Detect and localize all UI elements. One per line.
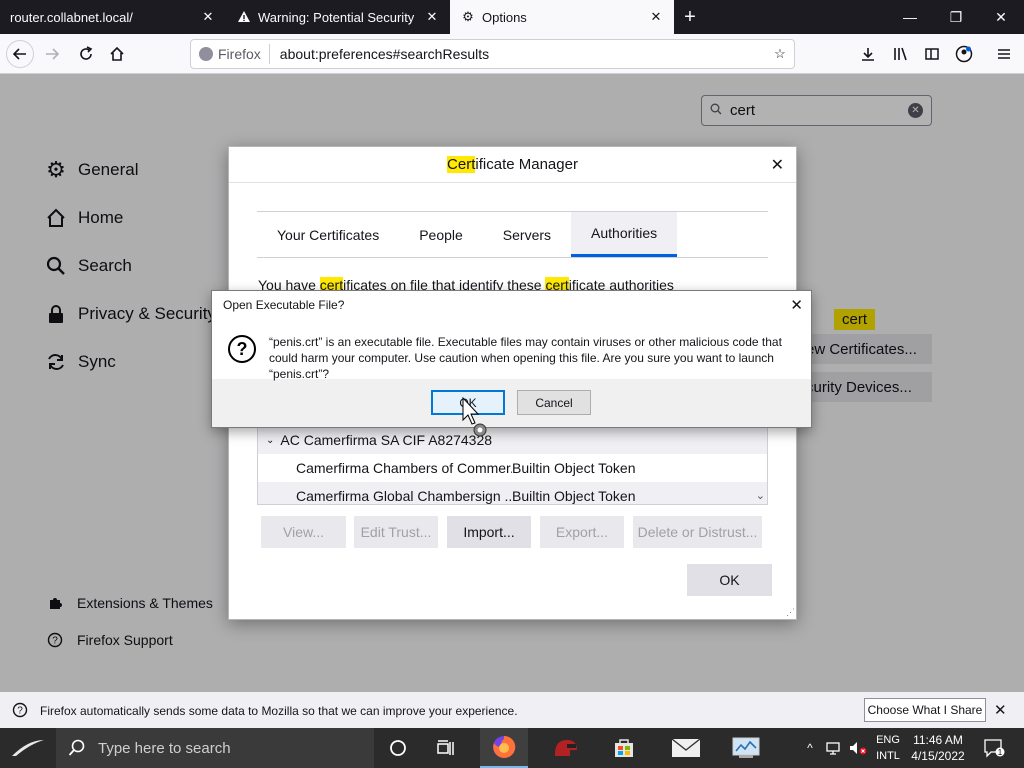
tab-strip: router.collabnet.local/ ✕ Warning: Poten… — [0, 0, 1024, 34]
close-icon[interactable]: ✕ — [771, 155, 784, 175]
tab-authorities[interactable]: Authorities — [571, 212, 678, 257]
delete-distrust-button[interactable]: Delete or Distrust... — [633, 516, 762, 548]
table-row[interactable]: Camerfirma Global Chambersign ... Builti… — [258, 482, 767, 504]
search-icon — [68, 739, 85, 756]
tab-close-icon[interactable]: ✕ — [648, 9, 664, 25]
taskbar-search-input[interactable]: Type here to search — [56, 728, 374, 768]
resize-grip-icon[interactable]: ⋰ — [786, 607, 795, 618]
taskbar-clock[interactable]: 11:46 AM 4/15/2022 — [906, 732, 970, 764]
bookmark-star-icon[interactable]: ☆ — [766, 46, 794, 62]
clock-time: 11:46 AM — [913, 733, 963, 747]
identity-box[interactable]: Firefox — [191, 44, 270, 64]
notification-count: 1 — [998, 748, 1003, 757]
gear-icon: ⚙ — [462, 9, 474, 24]
tab-close-icon[interactable]: ✕ — [424, 9, 440, 25]
start-button[interactable] — [0, 728, 56, 768]
input-language-indicator[interactable]: ENG INTL — [870, 732, 906, 764]
cert-name: Camerfirma Chambers of Commer... — [296, 460, 512, 476]
url-text[interactable]: about:preferences#searchResults — [280, 46, 766, 62]
info-icon: ? — [12, 702, 28, 718]
new-tab-button[interactable]: + — [678, 5, 702, 29]
tab-router[interactable]: router.collabnet.local/ ✕ — [0, 0, 226, 34]
tab-title: Warning: Potential Security Ris — [258, 9, 418, 25]
windows-taskbar: Type here to search ^ ENG INTL 11:46 AM … — [0, 728, 1024, 768]
home-button[interactable] — [103, 40, 131, 68]
tab-warning[interactable]: Warning: Potential Security Ris ✕ — [226, 0, 450, 34]
firefox-logo-icon — [199, 47, 213, 61]
lang-bottom: INTL — [876, 750, 900, 762]
action-center-icon[interactable]: 1 — [980, 728, 1008, 768]
tab-servers[interactable]: Servers — [483, 212, 571, 257]
task-view-icon[interactable] — [422, 728, 470, 768]
cert-device: Builtin Object Token — [512, 460, 636, 476]
forward-button[interactable] — [38, 40, 66, 68]
close-window-button[interactable]: ✕ — [978, 0, 1024, 34]
cert-device: Builtin Object Token — [512, 488, 636, 504]
search-placeholder: Type here to search — [98, 739, 231, 757]
title-rest: ificate Manager — [475, 156, 578, 173]
tab-title: router.collabnet.local/ — [10, 9, 133, 25]
show-hidden-icons-button[interactable]: ^ — [800, 728, 820, 768]
monitor-app-icon[interactable] — [722, 728, 770, 768]
downloads-icon[interactable] — [854, 40, 882, 68]
tab-options[interactable]: ⚙ Options ✕ — [450, 0, 674, 34]
library-icon[interactable] — [886, 40, 914, 68]
sidebar-icon[interactable] — [918, 40, 946, 68]
svg-text:?: ? — [17, 706, 23, 717]
question-icon: ? — [227, 334, 257, 364]
cancel-button[interactable]: Cancel — [517, 390, 591, 415]
mail-icon[interactable] — [662, 728, 710, 768]
volume-muted-icon[interactable] — [846, 728, 870, 768]
close-icon[interactable]: ✕ — [994, 701, 1007, 719]
firefox-taskbar-icon[interactable] — [480, 728, 528, 768]
dialog-body: ? “penis.crt” is an executable file. Exe… — [212, 319, 811, 381]
view-button[interactable]: View... — [261, 516, 346, 548]
cert-name: Camerfirma Global Chambersign ... — [296, 488, 512, 504]
tab-title: Options — [482, 9, 527, 25]
network-icon[interactable] — [822, 728, 846, 768]
tab-close-icon[interactable]: ✕ — [200, 9, 216, 25]
dialog-title: Open Executable File? — [223, 298, 345, 312]
chevron-down-icon[interactable]: ⌄ — [266, 435, 274, 446]
cert-tabs: Your Certificates People Servers Authori… — [257, 211, 768, 258]
store-icon[interactable] — [600, 728, 648, 768]
data-notification-bar: ? Firefox automatically sends some data … — [0, 692, 1024, 728]
edit-trust-button[interactable]: Edit Trust... — [354, 516, 438, 548]
table-row[interactable]: Camerfirma Chambers of Commer... Builtin… — [258, 454, 767, 482]
menu-icon[interactable] — [990, 40, 1018, 68]
busy-cursor-icon — [460, 396, 490, 440]
export-button[interactable]: Export... — [540, 516, 624, 548]
nav-toolbar: Firefox about:preferences#searchResults … — [0, 34, 1024, 74]
notification-text: Firefox automatically sends some data to… — [40, 704, 518, 718]
minimize-button[interactable]: — — [887, 0, 933, 34]
scroll-down-icon[interactable]: ⌄ — [756, 489, 765, 502]
dialog-message: “penis.crt” is an executable file. Execu… — [269, 335, 782, 381]
open-executable-dialog: Open Executable File? ✕ ? “penis.crt” is… — [211, 290, 812, 428]
dialog-title: Cert ificate Manager ✕ — [229, 147, 796, 183]
lang-top: ENG — [876, 734, 900, 746]
start-logo-icon — [12, 740, 44, 756]
account-icon[interactable] — [950, 40, 978, 68]
app-helmet-icon[interactable] — [542, 728, 590, 768]
tab-your-certificates[interactable]: Your Certificates — [257, 212, 399, 257]
svg-text:?: ? — [237, 339, 248, 359]
ok-button[interactable]: OK — [687, 564, 772, 596]
certificate-tree[interactable]: ⌄ AC Camerfirma SA CIF A8274328 Camerfir… — [257, 425, 768, 505]
url-bar[interactable]: Firefox about:preferences#searchResults … — [190, 39, 795, 69]
close-icon[interactable]: ✕ — [790, 296, 803, 314]
warning-icon — [236, 9, 252, 25]
tab-people[interactable]: People — [399, 212, 483, 257]
title-highlight: Cert — [447, 156, 476, 173]
tree-group-row[interactable]: ⌄ AC Camerfirma SA CIF A8274328 — [258, 426, 767, 454]
cortana-icon[interactable] — [374, 728, 422, 768]
import-button[interactable]: Import... — [447, 516, 531, 548]
dialog-title-bar: Open Executable File? ✕ — [212, 291, 811, 319]
reload-button[interactable] — [72, 40, 100, 68]
choose-what-i-share-button[interactable]: Choose What I Share — [864, 698, 986, 722]
restore-button[interactable]: ❐ — [933, 0, 979, 34]
back-button[interactable] — [6, 40, 34, 68]
identity-label: Firefox — [218, 46, 261, 62]
clock-date: 4/15/2022 — [911, 749, 965, 763]
